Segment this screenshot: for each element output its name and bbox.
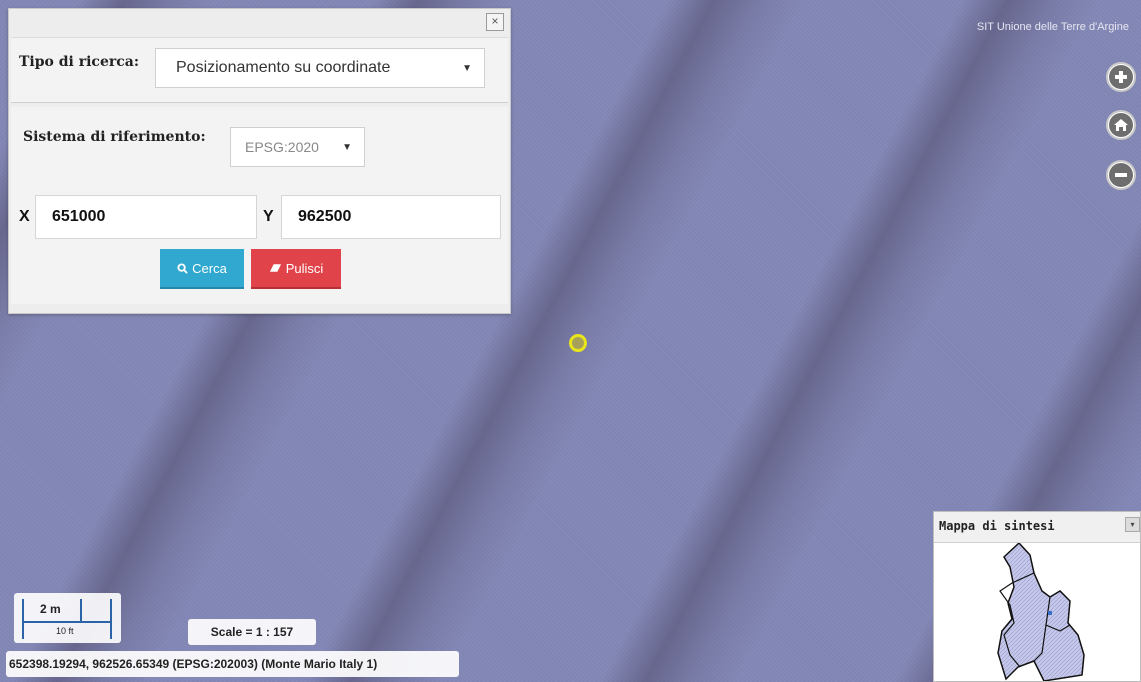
- clear-button-label: Pulisci: [285, 260, 324, 276]
- y-coordinate-input[interactable]: 962500: [281, 195, 501, 239]
- zoom-out-button[interactable]: [1106, 160, 1136, 190]
- reference-system-label: Sistema di riferimento:: [23, 129, 206, 145]
- zoom-in-button[interactable]: [1106, 62, 1136, 92]
- search-panel: × Tipo di ricerca: Posizionamento su coo…: [8, 8, 511, 314]
- mouse-position: 652398.19294, 962526.65349 (EPSG:202003)…: [6, 651, 459, 677]
- search-type-value: Posizionamento su coordinate: [176, 59, 391, 76]
- overview-map-title: Mappa di sintesi: [939, 519, 1055, 533]
- scale-bar-imperial: 10 ft: [56, 626, 74, 636]
- scale-ratio: Scale = 1 : 157: [188, 619, 316, 645]
- reference-system-value: EPSG:2020: [245, 139, 319, 155]
- overview-map[interactable]: Mappa di sintesi ▾: [933, 511, 1141, 682]
- x-coordinate-value: 651000: [52, 208, 106, 225]
- y-label: Y: [263, 208, 274, 225]
- location-marker: [569, 334, 587, 352]
- x-coordinate-input[interactable]: 651000: [35, 195, 257, 239]
- close-button[interactable]: ×: [486, 13, 504, 31]
- overview-map-image: [997, 543, 1085, 681]
- chevron-down-icon: ▼: [462, 62, 472, 74]
- search-button[interactable]: Cerca: [160, 249, 244, 289]
- search-button-label: Cerca: [192, 260, 227, 276]
- x-label: X: [19, 208, 30, 225]
- overview-map-header: Mappa di sintesi ▾: [934, 512, 1140, 543]
- reference-system-select[interactable]: EPSG:2020 ▼: [230, 127, 365, 167]
- plus-circle-icon: [1109, 65, 1133, 89]
- map-attribution: SIT Unione delle Terre d'Argine: [976, 21, 1129, 33]
- scale-bar: 2 m 10 ft: [14, 593, 121, 643]
- search-type-select[interactable]: Posizionamento su coordinate ▼: [155, 48, 485, 88]
- eraser-icon: [269, 264, 281, 272]
- scale-bar-metric: 2 m: [40, 602, 61, 616]
- search-type-label: Tipo di ricerca:: [19, 54, 139, 70]
- search-icon: [177, 262, 188, 274]
- clear-button[interactable]: Pulisci: [251, 249, 341, 289]
- home-icon: [1109, 113, 1133, 137]
- minus-circle-icon: [1109, 163, 1133, 187]
- overview-collapse-button[interactable]: ▾: [1125, 517, 1140, 532]
- search-type-section: Tipo di ricerca: Posizionamento su coord…: [11, 37, 508, 103]
- home-button[interactable]: [1106, 110, 1136, 140]
- coordinates-section: Sistema di riferimento: EPSG:2020 ▼ X 65…: [11, 107, 508, 304]
- chevron-down-icon: ▼: [342, 141, 352, 153]
- y-coordinate-value: 962500: [298, 208, 352, 225]
